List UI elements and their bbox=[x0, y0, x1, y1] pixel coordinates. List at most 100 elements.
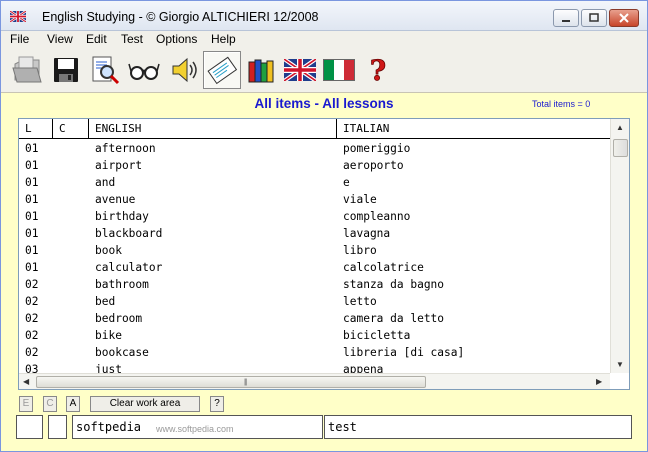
table-row[interactable]: 01 calculator calcolatrice bbox=[19, 259, 610, 276]
close-button[interactable] bbox=[609, 9, 639, 27]
vertical-scrollbar[interactable]: ▲ ▼ bbox=[610, 119, 629, 373]
table-row[interactable]: 02 bookcase libreria [di casa] bbox=[19, 344, 610, 361]
cell-lesson: 01 bbox=[25, 261, 39, 274]
cell-italian: pomeriggio bbox=[343, 142, 411, 155]
italian-field[interactable]: test bbox=[324, 415, 632, 439]
a-button[interactable]: A bbox=[66, 396, 80, 412]
table-row[interactable]: 01 afternoon pomeriggio bbox=[19, 140, 610, 157]
menu-edit[interactable]: Edit bbox=[86, 32, 107, 46]
italy-flag-icon bbox=[323, 59, 355, 81]
read-button[interactable] bbox=[125, 51, 163, 89]
cell-english: afternoon bbox=[95, 142, 156, 155]
scroll-left-icon[interactable]: ◀ bbox=[23, 377, 29, 386]
grid-rows: 01 afternoon pomeriggio 01 airport aeroporto 0… bbox=[19, 140, 610, 373]
column-header-italian[interactable]: ITALIAN bbox=[337, 119, 610, 139]
scroll-right-icon[interactable]: ▶ bbox=[596, 377, 602, 386]
cards-button[interactable] bbox=[203, 51, 241, 89]
table-row[interactable]: 01 airport aeroporto bbox=[19, 157, 610, 174]
scroll-up-icon[interactable]: ▲ bbox=[616, 123, 624, 132]
preview-button[interactable] bbox=[86, 51, 124, 89]
cell-italian: letto bbox=[343, 295, 377, 308]
c-button[interactable]: C bbox=[43, 396, 57, 412]
vocabulary-grid[interactable]: L C ENGLISH ITALIAN 01 afternoon pomeriggi… bbox=[18, 118, 630, 390]
cell-italian: bicicletta bbox=[343, 329, 411, 342]
category-field[interactable] bbox=[48, 415, 67, 439]
menu-view[interactable]: View bbox=[47, 32, 73, 46]
cell-italian: aeroporto bbox=[343, 159, 404, 172]
table-row[interactable]: 01 blackboard lavagna bbox=[19, 225, 610, 242]
vertical-scroll-thumb[interactable] bbox=[613, 139, 628, 157]
card-icon bbox=[207, 56, 238, 85]
glasses-icon bbox=[128, 63, 160, 80]
cell-english: just bbox=[95, 363, 122, 373]
menu-help[interactable]: Help bbox=[211, 32, 236, 46]
cell-italian: compleanno bbox=[343, 210, 411, 223]
cell-lesson: 01 bbox=[25, 193, 39, 206]
cell-lesson: 01 bbox=[25, 159, 39, 172]
clear-work-area-button[interactable]: Clear work area bbox=[90, 396, 200, 412]
table-row[interactable]: 02 bathroom stanza da bagno bbox=[19, 276, 610, 293]
cell-italian: libreria [di casa] bbox=[343, 346, 465, 359]
listen-button[interactable] bbox=[164, 51, 202, 89]
svg-text:?: ? bbox=[370, 54, 386, 86]
books-icon bbox=[248, 59, 274, 83]
window-title: English Studying - © Giorgio ALTICHIERI … bbox=[42, 10, 319, 24]
lesson-field[interactable] bbox=[16, 415, 43, 439]
column-header-english[interactable]: ENGLISH bbox=[89, 119, 337, 139]
uk-flag-app-icon bbox=[10, 11, 26, 22]
horizontal-scroll-thumb[interactable]: ||| bbox=[36, 376, 426, 388]
cell-english: bedroom bbox=[95, 312, 143, 325]
cell-english: airport bbox=[95, 159, 143, 172]
title-bar[interactable]: English Studying - © Giorgio ALTICHIERI … bbox=[1, 1, 647, 31]
cell-english: book bbox=[95, 244, 122, 257]
cell-lesson: 01 bbox=[25, 142, 39, 155]
cell-english: and bbox=[95, 176, 116, 189]
cell-english: bathroom bbox=[95, 278, 149, 291]
open-folder-icon bbox=[12, 56, 42, 83]
cell-lesson: 02 bbox=[25, 329, 39, 342]
cell-lesson: 02 bbox=[25, 278, 39, 291]
scroll-down-icon[interactable]: ▼ bbox=[616, 360, 624, 369]
open-button[interactable] bbox=[8, 51, 46, 89]
table-row[interactable]: 02 bed letto bbox=[19, 293, 610, 310]
grid-header: L C ENGLISH ITALIAN bbox=[19, 119, 610, 139]
cell-italian: stanza da bagno bbox=[343, 278, 445, 291]
grip-icon: ||| bbox=[244, 379, 248, 386]
english-button[interactable] bbox=[281, 51, 319, 89]
cell-lesson: 02 bbox=[25, 295, 39, 308]
app-window: English Studying - © Giorgio ALTICHIERI … bbox=[0, 0, 648, 452]
table-row[interactable]: 01 and e bbox=[19, 174, 610, 191]
minimize-button[interactable] bbox=[553, 9, 579, 27]
table-row[interactable]: 03 just appena bbox=[19, 361, 610, 373]
cell-italian: lavagna bbox=[343, 227, 391, 240]
watermark: www.softpedia.com bbox=[156, 424, 234, 434]
e-button[interactable]: E bbox=[19, 396, 33, 412]
small-help-button[interactable]: ? bbox=[210, 396, 224, 412]
help-question-icon: ? bbox=[369, 54, 386, 86]
maximize-button[interactable] bbox=[581, 9, 607, 27]
edit-area: E C A Clear work area ? softpedia test w… bbox=[1, 393, 647, 451]
help-button[interactable]: ? bbox=[359, 51, 397, 89]
table-row[interactable]: 01 book libro bbox=[19, 242, 610, 259]
table-row[interactable]: 02 bedroom camera da letto bbox=[19, 310, 610, 327]
cell-english: calculator bbox=[95, 261, 163, 274]
menu-test[interactable]: Test bbox=[121, 32, 143, 46]
save-button[interactable] bbox=[47, 51, 85, 89]
column-header-category[interactable]: C bbox=[53, 119, 89, 139]
cell-italian: camera da letto bbox=[343, 312, 445, 325]
table-row[interactable]: 01 birthday compleanno bbox=[19, 208, 610, 225]
table-row[interactable]: 01 avenue viale bbox=[19, 191, 610, 208]
table-row[interactable]: 02 bike bicicletta bbox=[19, 327, 610, 344]
menu-bar: File View Edit Test Options Help bbox=[1, 31, 647, 49]
horizontal-scrollbar[interactable]: ◀ ||| ▶ bbox=[19, 373, 610, 389]
menu-options[interactable]: Options bbox=[156, 32, 197, 46]
uk-flag-icon bbox=[284, 59, 316, 81]
menu-file[interactable]: File bbox=[10, 32, 29, 46]
cell-lesson: 01 bbox=[25, 176, 39, 189]
lessons-button[interactable] bbox=[242, 51, 280, 89]
italian-button[interactable] bbox=[320, 51, 358, 89]
column-header-lesson[interactable]: L bbox=[19, 119, 53, 139]
minimize-icon bbox=[562, 20, 570, 22]
save-floppy-icon bbox=[54, 58, 78, 82]
cell-lesson: 03 bbox=[25, 363, 39, 373]
